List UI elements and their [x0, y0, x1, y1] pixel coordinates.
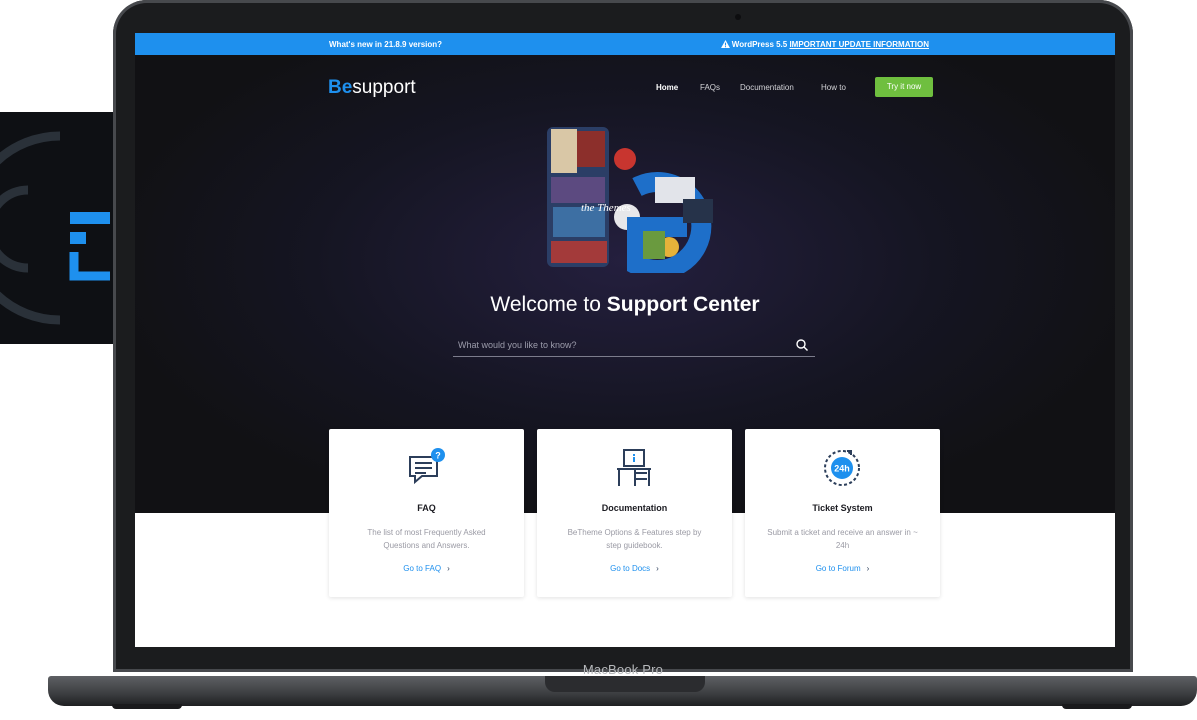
laptop-foot — [112, 704, 182, 709]
page-title: Welcome to Support Center — [135, 293, 1115, 317]
go-to-faq-link[interactable]: Go to FAQ › — [329, 564, 524, 573]
link-label: Go to Docs — [610, 564, 651, 573]
nav-documentation[interactable]: Documentation — [740, 83, 794, 92]
nav-faqs[interactable]: FAQs — [700, 83, 720, 92]
card-description: The list of most Frequently Asked Questi… — [367, 528, 486, 550]
svg-text:the Themes: the Themes — [581, 202, 631, 214]
ticket-system-card[interactable]: 24h Ticket System Submit a ticket and re… — [745, 429, 940, 597]
documentation-card[interactable]: Documentation BeTheme Options & Features… — [537, 429, 732, 597]
go-to-forum-link[interactable]: Go to Forum › — [745, 564, 940, 573]
svg-text:24h: 24h — [834, 464, 850, 474]
announcement-prefix: What's new in — [329, 40, 385, 49]
logo-be: Be — [328, 77, 353, 98]
chevron-right-icon: › — [656, 564, 659, 573]
link-label: Go to FAQ — [403, 564, 442, 573]
link-label: Go to Forum — [815, 564, 861, 573]
card-title: Documentation — [601, 503, 668, 513]
version-number: 21.8.9 — [384, 40, 407, 49]
card-description: Submit a ticket and receive an answer in… — [767, 528, 918, 550]
go-to-docs-link[interactable]: Go to Docs › — [537, 564, 732, 573]
title-light: Welcome to — [490, 293, 607, 316]
announcement-suffix: version? — [406, 40, 443, 49]
try-it-now-button[interactable]: Try it now — [875, 77, 933, 97]
faq-card[interactable]: ? FAQ The list of most Frequently Asked … — [329, 429, 524, 597]
update-notice: WordPress 5.5 IMPORTANT UPDATE INFORMATI… — [715, 40, 929, 49]
chevron-right-icon: › — [447, 564, 450, 573]
search-icon[interactable] — [795, 338, 809, 352]
nav-how-to[interactable]: How to — [821, 83, 846, 92]
announcement-bar: What's new in 21.8.9 version? WordPress … — [135, 33, 1115, 55]
whats-new-link[interactable]: What's new in 21.8.9 version? — [329, 40, 442, 49]
title-bold: Support Center — [606, 293, 760, 316]
logo-support: support — [352, 77, 416, 98]
card-title: FAQ — [417, 503, 436, 513]
nav-home[interactable]: Home — [656, 83, 678, 92]
search-placeholder: What would you like to know? — [458, 340, 577, 350]
24h-support-icon: 24h — [824, 450, 860, 486]
camera — [735, 14, 741, 20]
stage: MacBook Pro What's new in 21.8.9 version… — [0, 0, 1197, 720]
warning-icon — [720, 40, 730, 48]
search-input[interactable]: What would you like to know? — [453, 335, 815, 357]
card-description: BeTheme Options & Features step by step … — [567, 528, 702, 550]
screen: What's new in 21.8.9 version? WordPress … — [135, 33, 1115, 647]
be-collage-hero-image: the Themes — [547, 127, 713, 273]
laptop-notch — [545, 676, 705, 692]
update-info-link[interactable]: IMPORTANT UPDATE INFORMATION — [789, 40, 929, 49]
chevron-right-icon: › — [866, 564, 870, 573]
update-prefix: WordPress 5.5 — [731, 40, 790, 49]
device-label: MacBook Pro — [582, 662, 664, 677]
brand-logo[interactable]: Besupport — [328, 77, 416, 99]
documentation-desk-icon — [617, 449, 651, 486]
card-title: Ticket System — [812, 503, 873, 513]
svg-text:?: ? — [435, 451, 441, 461]
faq-chat-icon: ? — [409, 448, 445, 485]
laptop-foot — [1062, 704, 1132, 709]
